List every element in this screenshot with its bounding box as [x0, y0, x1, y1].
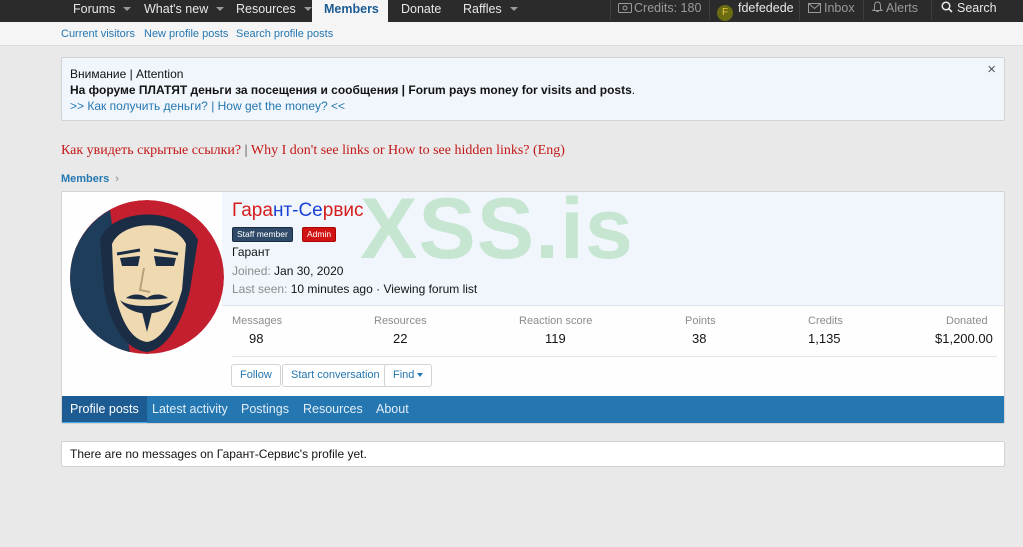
inbox-label: Inbox — [824, 1, 855, 15]
username-part-3: рвис — [322, 200, 364, 221]
stat-credits-label: Credits — [808, 315, 843, 327]
nav-separator — [863, 0, 864, 20]
stat-resources-label: Resources — [374, 315, 427, 327]
search-icon — [941, 1, 953, 13]
credits-label: Credits: 180 — [634, 1, 702, 15]
top-navigation: Forums What's new Resources Members Dona… — [0, 0, 1023, 22]
nav-inbox[interactable]: Inbox — [808, 0, 855, 22]
alerts-label: Alerts — [886, 1, 918, 15]
notice-heading: Внимание | Attention — [70, 67, 184, 81]
profile-avatar[interactable] — [70, 200, 224, 354]
nav-whats-new[interactable]: What's new — [132, 0, 225, 22]
nav-search[interactable]: Search — [941, 0, 997, 22]
subnav-search-profile-posts[interactable]: Search profile posts — [236, 28, 333, 40]
joined-date: Jan 30, 2020 — [274, 264, 344, 278]
nav-raffles-label: Raffles — [463, 2, 502, 16]
hidden-links-ru-link[interactable]: Как увидеть скрытые ссылки? — [61, 143, 241, 158]
subnav-new-profile-posts[interactable]: New profile posts — [144, 28, 228, 40]
nav-separator — [799, 0, 800, 20]
stat-messages-label: Messages — [232, 315, 283, 327]
notice-money-link[interactable]: >> Как получить деньги? | How get the mo… — [70, 99, 345, 113]
chevron-down-icon[interactable] — [303, 6, 312, 11]
subnav-current-visitors[interactable]: Current visitors — [61, 28, 135, 40]
chevron-down-icon[interactable] — [509, 6, 518, 11]
hidden-links-help: Как увидеть скрытые ссылки? | Why I don'… — [61, 143, 565, 159]
username-part-2: нт-Се — [272, 200, 323, 221]
last-seen-value[interactable]: 10 minutes ago · Viewing forum list — [291, 282, 478, 296]
joined-label: Joined: — [232, 264, 271, 278]
profile-username: Гарант-Сервис — [232, 200, 364, 222]
sub-navigation: Current visitors New profile posts Searc… — [0, 22, 1023, 46]
last-seen-info: Last seen: 10 minutes ago · Viewing foru… — [232, 282, 477, 296]
nav-alerts[interactable]: Alerts — [871, 0, 918, 22]
notice-period: . — [631, 83, 636, 97]
tab-postings[interactable]: Postings — [233, 396, 297, 423]
attention-notice: Внимание | Attention На форуме ПЛАТЯТ де… — [61, 57, 1005, 121]
profile-tabs: Profile posts Latest activity Postings R… — [62, 396, 1004, 423]
nav-forums-label: Forums — [73, 2, 116, 16]
user-title: Гарант — [232, 245, 270, 259]
notice-bold-text: На форуме ПЛАТЯТ деньги за посещения и с… — [70, 83, 632, 97]
chevron-down-icon[interactable] — [123, 6, 132, 11]
stat-resources-value[interactable]: 22 — [393, 331, 407, 346]
follow-button[interactable]: Follow — [231, 364, 281, 387]
username-label: fdefedede — [738, 1, 794, 15]
stat-points-value[interactable]: 38 — [692, 331, 706, 346]
nav-forums[interactable]: Forums — [61, 0, 132, 22]
chevron-right-icon: › — [115, 173, 119, 185]
breadcrumb: Members › — [61, 173, 119, 185]
stat-messages-value[interactable]: 98 — [249, 331, 263, 346]
joined-info: Joined: Jan 30, 2020 — [232, 264, 343, 278]
stat-donated-value: $1,200.00 — [935, 331, 993, 346]
tab-resources[interactable]: Resources — [295, 396, 371, 423]
username-part-1: Гара — [232, 200, 273, 221]
nav-raffles[interactable]: Raffles — [451, 0, 518, 22]
nav-separator — [610, 0, 611, 20]
staff-member-badge: Staff member — [232, 227, 293, 242]
bell-icon — [871, 1, 884, 12]
stat-reaction-label: Reaction score — [519, 315, 593, 327]
hidden-links-separator: | — [244, 143, 248, 158]
tab-latest-activity[interactable]: Latest activity — [144, 396, 236, 423]
nav-donate-label: Donate — [401, 2, 442, 16]
find-button-label: Find — [393, 369, 415, 381]
nav-whats-new-label: What's new — [144, 2, 209, 16]
stat-donated-label: Donated — [946, 315, 988, 327]
stats-divider — [232, 356, 997, 357]
chevron-down-icon — [417, 373, 424, 378]
guy-fawkes-mask-avatar — [70, 200, 224, 354]
breadcrumb-members[interactable]: Members — [61, 173, 109, 185]
search-label: Search — [957, 1, 997, 15]
stat-points-label: Points — [685, 315, 716, 327]
admin-badge: Admin — [302, 227, 337, 242]
hidden-links-en-link[interactable]: Why I don't see links or How to see hidd… — [251, 143, 565, 158]
envelope-icon — [808, 3, 821, 13]
close-icon[interactable]: × — [987, 62, 996, 78]
nav-donate[interactable]: Donate — [389, 0, 441, 22]
start-conversation-button[interactable]: Start conversation — [282, 364, 389, 387]
tab-profile-posts[interactable]: Profile posts — [62, 396, 147, 423]
banknote-icon — [618, 3, 632, 13]
nav-user[interactable]: Ffdefedede — [717, 0, 794, 22]
nav-members[interactable]: Members — [312, 0, 388, 22]
user-avatar: F — [717, 5, 733, 21]
member-profile-card: Гарант-Сервис Staff member Admin Гарант … — [61, 191, 1005, 424]
nav-resources-label: Resources — [236, 2, 296, 16]
stat-reaction-value[interactable]: 119 — [545, 331, 566, 346]
last-seen-label: Last seen: — [232, 282, 288, 296]
nav-resources[interactable]: Resources — [224, 0, 312, 22]
stat-credits-value: 1,135 — [808, 331, 841, 346]
tab-about[interactable]: About — [368, 396, 417, 423]
find-button[interactable]: Find — [384, 364, 433, 387]
profile-posts-empty-message: There are no messages on Гарант-Сервис's… — [61, 441, 1005, 467]
notice-message: На форуме ПЛАТЯТ деньги за посещения и с… — [70, 82, 996, 98]
nav-separator — [931, 0, 932, 20]
nav-credits[interactable]: Credits: 180 — [618, 0, 701, 22]
nav-members-label: Members — [324, 2, 379, 16]
nav-separator — [709, 0, 710, 20]
